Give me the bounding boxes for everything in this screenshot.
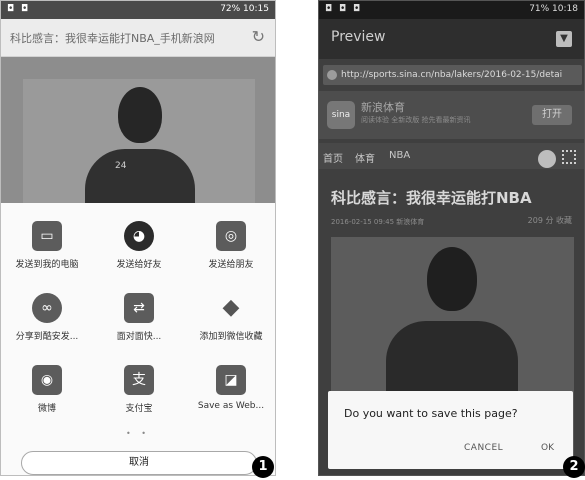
share-item-wechat-friend[interactable]: ◎ 发送给朋友 — [185, 221, 275, 281]
status-battery-time: 71% 10:18 — [529, 4, 578, 14]
globe-icon — [327, 70, 337, 80]
share-item-label: 分享到酷安发... — [15, 332, 79, 342]
refresh-icon[interactable]: ↻ — [252, 27, 265, 46]
share-item-save-as-web[interactable]: ◪ Save as Web... — [185, 365, 275, 425]
basketball-icon[interactable] — [538, 150, 556, 168]
app-promo-banner: sina 新浪体育 阅读体验 全新改版 抢先看最新资讯 打开 — [319, 91, 584, 139]
status-bar: ◘ ◘ ◘ 71% 10:18 — [319, 1, 584, 19]
share-item-label: 发送到我的电脑 — [15, 260, 79, 270]
face-to-face-icon: ⇄ — [124, 293, 154, 323]
phone-screen-preview: ◘ ◘ ◘ 71% 10:18 Preview ▼ http://sports.… — [318, 0, 585, 476]
status-bar: ◘ ◘ 72% 10:15 — [1, 1, 275, 19]
dialog-ok-button[interactable]: OK — [541, 443, 554, 453]
page-indicator: • • — [126, 429, 150, 438]
article-actions: 209 分 收藏 — [527, 216, 572, 225]
share-item-label: 支付宝 — [125, 404, 153, 414]
share-item-coolapk[interactable]: ∞ 分享到酷安发... — [1, 293, 93, 353]
status-battery-time: 72% 10:15 — [220, 4, 269, 14]
share-item-label: 面对面快... — [116, 332, 162, 342]
share-sheet: ▭ 发送到我的电脑 ◕ 发送给好友 ◎ 发送给朋友 ∞ 分享到酷安发... ⇄ … — [1, 203, 275, 475]
favorite-cube-icon: ◆ — [216, 293, 246, 323]
webpage-background: 24 — [1, 57, 275, 217]
download-icon[interactable]: ▼ — [556, 31, 572, 47]
share-item-my-computer[interactable]: ▭ 发送到我的电脑 — [1, 221, 93, 281]
alipay-icon: 支 — [124, 365, 154, 395]
step-badge-1: 1 — [252, 456, 274, 478]
app-title: Preview — [331, 29, 386, 45]
article-meta: 2016-02-15 09:45 新浪体育 — [331, 218, 425, 226]
save-page-dialog: Do you want to save this page? CANCEL OK — [328, 391, 573, 469]
step-badge-2: 2 — [563, 456, 585, 478]
grid-menu-icon[interactable] — [562, 150, 576, 164]
save-web-icon: ◪ — [216, 365, 246, 395]
share-item-label: 微博 — [37, 404, 56, 414]
nav-sports-link[interactable]: 体育 — [355, 150, 375, 165]
page-title: 科比感言：我很幸运能打NBA_手机新浪网 — [10, 32, 215, 45]
weibo-icon: ◉ — [32, 365, 62, 395]
share-item-alipay[interactable]: 支 支付宝 — [93, 365, 185, 425]
computer-icon: ▭ — [32, 221, 62, 251]
jersey-number: 24 — [115, 161, 127, 171]
browser-title-bar: 科比感言：我很幸运能打NBA_手机新浪网 ↻ — [1, 19, 275, 57]
qq-icon: ◕ — [124, 221, 154, 251]
url-field[interactable]: http://sports.sina.cn/nba/lakers/2016-02… — [323, 65, 582, 85]
cancel-button[interactable]: 取消 — [21, 451, 257, 475]
wechat-icon: ◎ — [216, 221, 246, 251]
share-item-weibo[interactable]: ◉ 微博 — [1, 365, 93, 425]
dialog-cancel-button[interactable]: CANCEL — [464, 443, 503, 453]
share-item-wechat-favorite[interactable]: ◆ 添加到微信收藏 — [185, 293, 275, 353]
url-text: http://sports.sina.cn/nba/lakers/2016-02… — [341, 70, 563, 80]
share-item-face-to-face[interactable]: ⇄ 面对面快... — [93, 293, 185, 353]
breadcrumb: 首页 体育 NBA — [319, 143, 584, 169]
article-headline: 科比感言：我很幸运能打NBA — [331, 189, 532, 207]
player-head-shape — [427, 247, 477, 311]
app-bar: Preview ▼ — [319, 19, 584, 59]
status-notification-icons: ◘ ◘ — [7, 4, 31, 14]
open-app-button[interactable]: 打开 — [532, 105, 572, 125]
share-item-label: 发送给好友 — [116, 260, 162, 270]
share-item-label: 发送给朋友 — [208, 260, 254, 270]
article-photo: 24 — [23, 79, 255, 217]
phone-screen-share-sheet: ◘ ◘ 72% 10:15 科比感言：我很幸运能打NBA_手机新浪网 ↻ 24 … — [0, 0, 276, 476]
nav-home-link[interactable]: 首页 — [323, 150, 343, 165]
banner-subtitle: 阅读体验 全新改版 抢先看最新资讯 — [361, 116, 471, 124]
share-item-qq-friend[interactable]: ◕ 发送给好友 — [93, 221, 185, 281]
status-notification-icons: ◘ ◘ ◘ — [325, 4, 363, 14]
banner-brand: 新浪体育 — [361, 101, 405, 114]
share-item-label: 添加到微信收藏 — [199, 332, 263, 342]
share-item-label: Save as Web... — [197, 401, 265, 411]
player-head-shape — [118, 87, 162, 143]
nav-nba-link[interactable]: NBA — [389, 150, 410, 161]
sina-logo: sina — [327, 101, 355, 129]
dialog-message: Do you want to save this page? — [344, 407, 518, 420]
coolapk-icon: ∞ — [32, 293, 62, 323]
